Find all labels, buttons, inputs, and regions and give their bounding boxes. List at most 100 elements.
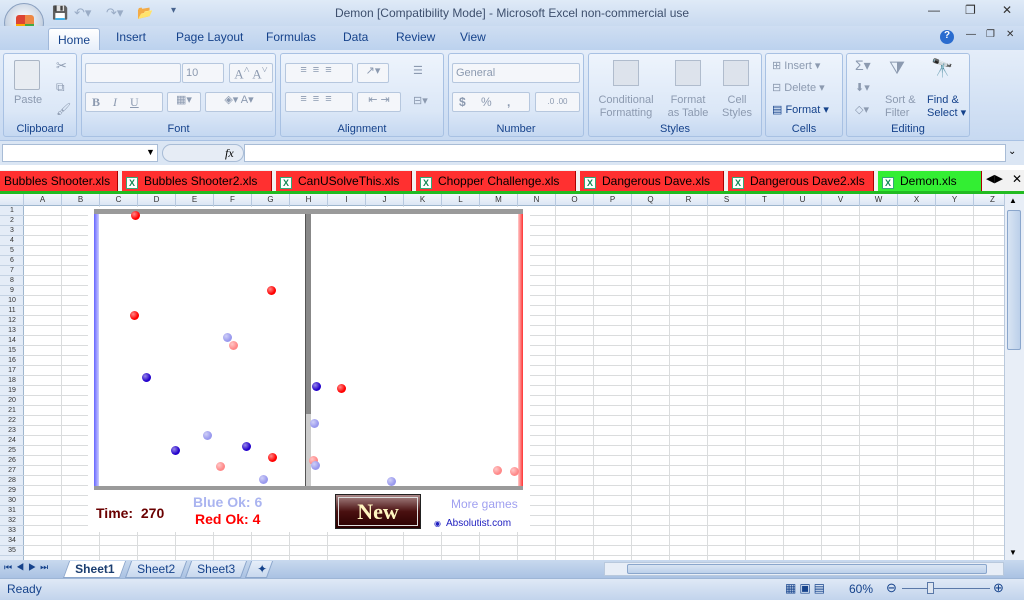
- fill-icon[interactable]: ⬇▾: [855, 81, 870, 94]
- font-name-select[interactable]: [85, 63, 181, 83]
- italic-button[interactable]: I: [113, 95, 117, 109]
- borders-button[interactable]: ▦▾: [167, 92, 201, 112]
- format-cells-button[interactable]: ▤ Format ▾: [772, 103, 829, 116]
- column-header[interactable]: U: [784, 194, 822, 206]
- column-header[interactable]: A: [24, 194, 62, 206]
- close-tab-icon[interactable]: ✕: [1012, 172, 1022, 186]
- tab-scroll-arrows[interactable]: ◀▶: [986, 172, 1003, 185]
- column-header[interactable]: H: [290, 194, 328, 206]
- find-select-button[interactable]: Find & Select ▾: [927, 94, 966, 120]
- row-header[interactable]: 21: [0, 406, 24, 416]
- indent-buttons[interactable]: ⇤ ⇥: [357, 92, 401, 112]
- expand-formula-bar-icon[interactable]: ⌄: [1008, 146, 1016, 157]
- sheet-tab-sheet1[interactable]: Sheet1: [62, 561, 127, 578]
- restore-button[interactable]: ❐: [965, 3, 976, 17]
- zoom-slider-thumb[interactable]: [927, 582, 934, 594]
- undo-icon[interactable]: ↶▾: [74, 5, 91, 21]
- column-header[interactable]: S: [708, 194, 746, 206]
- zoom-slider-track[interactable]: [902, 588, 990, 589]
- row-header[interactable]: 30: [0, 496, 24, 506]
- percent-button[interactable]: %: [481, 95, 492, 109]
- column-header[interactable]: N: [518, 194, 556, 206]
- column-header[interactable]: Y: [936, 194, 974, 206]
- column-header[interactable]: L: [442, 194, 480, 206]
- workbook-tab[interactable]: X Dangerous Dave2.xls: [728, 171, 874, 191]
- redo-icon[interactable]: ↷▾: [106, 5, 123, 21]
- open-folder-icon[interactable]: 📂: [137, 5, 153, 21]
- column-header[interactable]: K: [404, 194, 442, 206]
- workbook-tab[interactable]: X Dangerous Dave.xls: [580, 171, 724, 191]
- underline-button[interactable]: U: [130, 95, 139, 109]
- number-format-select[interactable]: General: [452, 63, 580, 83]
- vertical-scrollbar[interactable]: ▲ ▼: [1004, 194, 1024, 560]
- vertical-align-buttons[interactable]: ≡≡≡: [285, 63, 353, 83]
- tab-view[interactable]: View: [460, 30, 486, 44]
- cut-icon[interactable]: ✂: [56, 58, 67, 74]
- tab-page-layout[interactable]: Page Layout: [176, 30, 243, 44]
- cell-styles-button[interactable]: Cell Styles: [717, 94, 757, 120]
- row-header[interactable]: 23: [0, 426, 24, 436]
- row-header[interactable]: 29: [0, 486, 24, 496]
- row-header[interactable]: 2: [0, 216, 24, 226]
- tab-insert[interactable]: Insert: [116, 30, 146, 44]
- row-header[interactable]: 10: [0, 296, 24, 306]
- column-header[interactable]: J: [366, 194, 404, 206]
- copy-icon[interactable]: ⧉: [56, 80, 65, 95]
- sort-filter-button[interactable]: Sort & Filter: [885, 94, 916, 120]
- wb-minimize-button[interactable]: —: [966, 29, 976, 40]
- row-header[interactable]: 14: [0, 336, 24, 346]
- workbook-tab[interactable]: Bubbles Shooter.xls: [0, 171, 118, 191]
- row-header[interactable]: 1: [0, 206, 24, 216]
- bold-button[interactable]: B: [92, 95, 100, 109]
- wb-close-button[interactable]: ✕: [1006, 29, 1014, 40]
- column-header[interactable]: M: [480, 194, 518, 206]
- workbook-tab[interactable]: X CanUSolveThis.xls: [276, 171, 412, 191]
- sheet-tab-sheet2[interactable]: Sheet2: [124, 561, 188, 578]
- more-games-link[interactable]: More games: [451, 497, 518, 511]
- insert-cells-button[interactable]: ⊞ Insert ▾: [772, 59, 820, 72]
- row-header[interactable]: 25: [0, 446, 24, 456]
- row-header[interactable]: 15: [0, 346, 24, 356]
- tab-data[interactable]: Data: [343, 30, 368, 44]
- customize-qat-icon[interactable]: ▾: [171, 5, 176, 16]
- column-header[interactable]: V: [822, 194, 860, 206]
- save-icon[interactable]: 💾: [52, 5, 68, 21]
- close-button[interactable]: ✕: [1002, 3, 1012, 17]
- row-header[interactable]: 26: [0, 456, 24, 466]
- horizontal-scrollbar[interactable]: [604, 562, 1004, 576]
- tab-formulas[interactable]: Formulas: [266, 30, 316, 44]
- scroll-down-icon[interactable]: ▼: [1009, 548, 1017, 557]
- paste-icon[interactable]: [14, 60, 40, 90]
- row-header[interactable]: 4: [0, 236, 24, 246]
- insert-function-button[interactable]: fx: [162, 144, 244, 162]
- sheet-nav-arrows[interactable]: ⏮◀▶⏭: [4, 562, 52, 573]
- row-header[interactable]: 20: [0, 396, 24, 406]
- row-header[interactable]: 27: [0, 466, 24, 476]
- scroll-thumb[interactable]: [1007, 210, 1021, 350]
- row-header[interactable]: 13: [0, 326, 24, 336]
- formula-input[interactable]: [244, 144, 1006, 162]
- new-game-button[interactable]: New: [335, 494, 421, 529]
- row-header[interactable]: 28: [0, 476, 24, 486]
- row-header[interactable]: 16: [0, 356, 24, 366]
- help-icon[interactable]: ?: [940, 30, 954, 44]
- column-header[interactable]: P: [594, 194, 632, 206]
- currency-button[interactable]: $: [459, 95, 466, 109]
- workbook-tab[interactable]: X Demon.xls: [878, 171, 982, 191]
- view-buttons[interactable]: ▦▣▤: [785, 581, 845, 597]
- row-header[interactable]: 3: [0, 226, 24, 236]
- row-header[interactable]: 18: [0, 376, 24, 386]
- orientation-button[interactable]: ↗▾: [357, 63, 389, 83]
- column-header[interactable]: E: [176, 194, 214, 206]
- row-header[interactable]: 24: [0, 436, 24, 446]
- name-box-dropdown-icon[interactable]: ▼: [146, 147, 155, 157]
- row-header[interactable]: 6: [0, 256, 24, 266]
- zoom-out-button[interactable]: ⊖: [886, 580, 897, 596]
- column-header[interactable]: G: [252, 194, 290, 206]
- tab-home[interactable]: Home: [48, 28, 100, 51]
- tab-review[interactable]: Review: [396, 30, 435, 44]
- row-header[interactable]: 17: [0, 366, 24, 376]
- conditional-formatting-button[interactable]: Conditional Formatting: [595, 94, 657, 120]
- column-header[interactable]: O: [556, 194, 594, 206]
- hscroll-thumb[interactable]: [627, 564, 987, 574]
